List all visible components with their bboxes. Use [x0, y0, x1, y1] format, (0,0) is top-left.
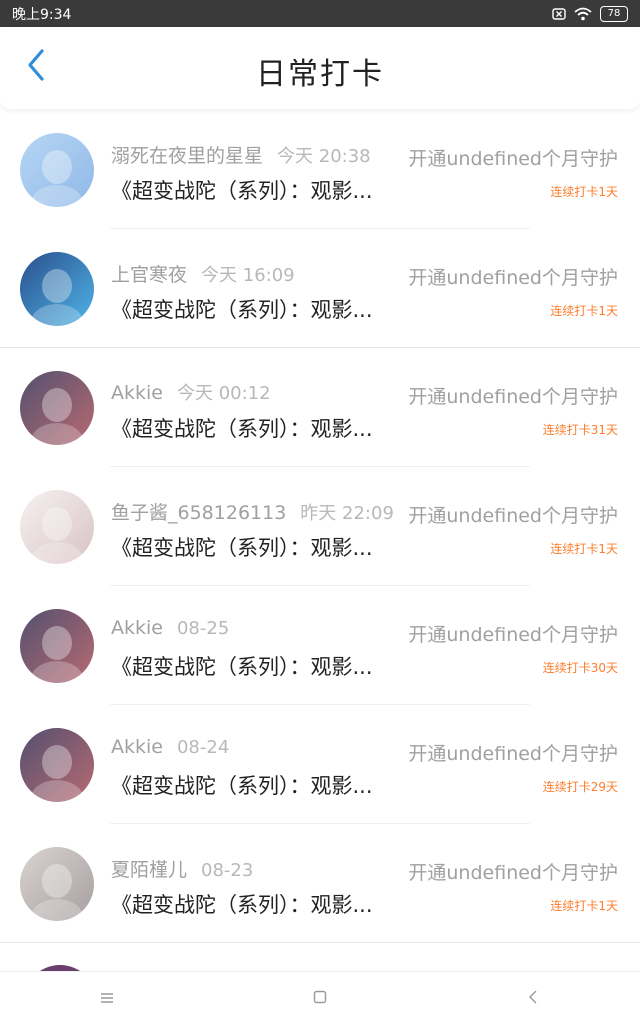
streak-badge: 连续打卡1天	[550, 185, 618, 199]
user-name[interactable]: 上官寒夜	[111, 264, 187, 286]
guard-info: 开通undefined个月守护连续打卡31天	[408, 382, 618, 438]
avatar[interactable]	[20, 847, 94, 921]
timestamp: 08-25	[176, 618, 230, 639]
avatar[interactable]	[20, 371, 94, 445]
wifi-icon	[574, 7, 592, 21]
avatar[interactable]	[20, 609, 94, 683]
name-row: 上官寒夜 今天 16:09	[111, 260, 295, 287]
list-item[interactable]: Akkie 08-24 《超变战陀（系列）：观影... 开通undefined个月守护…	[0, 705, 640, 824]
streak-badge: 连续打卡30天	[542, 661, 618, 675]
checkin-content: 《超变战陀（系列）：观影...	[111, 298, 373, 322]
checkin-content: 《超变战陀（系列）：观影...	[111, 655, 373, 679]
nav-back-button[interactable]	[513, 978, 553, 1018]
guard-info: 开通undefined个月守护连续打卡29天	[408, 739, 618, 795]
timestamp: 08-24	[176, 737, 230, 758]
name-row: 鱼子酱_658126113 昨天 22:09	[111, 498, 394, 525]
user-name[interactable]: 夏陌槿儿	[111, 859, 187, 881]
guard-text: 开通undefined个月守护	[408, 386, 618, 408]
list-item[interactable]: 上官寒夜 今天 16:09 《超变战陀（系列）：观影... 开通undefined个月…	[0, 229, 640, 348]
checkin-content: 《超变战陀（系列）：观影...	[111, 417, 373, 441]
guard-info: 开通undefined个月守护连续打卡1天	[408, 144, 618, 200]
home-square-icon	[313, 989, 327, 1008]
name-row: Akkie 08-24	[111, 736, 229, 758]
streak-badge: 连续打卡29天	[542, 780, 618, 794]
guard-text: 开通undefined个月守护	[408, 505, 618, 527]
timestamp: 今天 00:12	[176, 383, 271, 404]
name-row: Akkie 今天 00:12	[111, 379, 271, 405]
timestamp: 今天 20:38	[277, 146, 371, 167]
divider	[0, 942, 640, 943]
guard-text: 开通undefined个月守护	[408, 624, 618, 646]
streak-badge: 连续打卡1天	[550, 899, 618, 913]
sim-x-icon	[552, 7, 566, 20]
page-title: 日常打卡	[256, 57, 384, 92]
user-name[interactable]: 鱼子酱_658126113	[111, 502, 286, 524]
user-name[interactable]: Akkie	[111, 617, 163, 639]
guard-text: 开通undefined个月守护	[408, 267, 618, 289]
status-bar: 晚上9:34 78	[0, 0, 640, 27]
name-row: Akkie 08-25	[111, 617, 229, 639]
checkin-content: 《超变战陀（系列）：观影...	[111, 536, 373, 560]
avatar[interactable]	[20, 490, 94, 564]
user-name[interactable]: Akkie	[111, 382, 163, 404]
streak-badge: 连续打卡1天	[550, 304, 618, 318]
name-row: 夏陌槿儿 08-23	[111, 855, 253, 882]
checkin-content: 《超变战陀（系列）：观影...	[111, 774, 373, 798]
header-bar: 日常打卡	[0, 27, 640, 109]
guard-text: 开通undefined个月守护	[408, 148, 618, 170]
avatar[interactable]	[20, 133, 94, 207]
streak-badge: 连续打卡1天	[550, 542, 618, 556]
guard-info: 开通undefined个月守护连续打卡1天	[408, 263, 618, 319]
menu-icon	[100, 989, 114, 1008]
timestamp: 08-23	[201, 860, 254, 881]
guard-info: 开通undefined个月守护连续打卡1天	[408, 858, 618, 914]
list-item[interactable]: 夏陌槿儿 08-23 《超变战陀（系列）：观影... 开通undefined个月守护连…	[0, 824, 640, 943]
nav-home-button[interactable]	[300, 978, 340, 1018]
guard-info: 开通undefined个月守护连续打卡1天	[408, 501, 618, 557]
status-time: 晚上9:34	[12, 6, 72, 23]
guard-text: 开通undefined个月守护	[408, 862, 618, 884]
guard-info: 开通undefined个月守护连续打卡30天	[408, 620, 618, 676]
checkin-content: 《超变战陀（系列）：观影...	[111, 893, 373, 917]
list-item[interactable]: Akkie 今天 00:12 《超变战陀（系列）：观影... 开通undefined个…	[0, 348, 640, 467]
timestamp: 今天 16:09	[201, 265, 295, 286]
guard-text: 开通undefined个月守护	[408, 743, 618, 765]
list-item[interactable]: Akkie 08-25 《超变战陀（系列）：观影... 开通undefined个月守护…	[0, 586, 640, 705]
checkin-list: 溺死在夜里的星星 今天 20:38 《超变战陀（系列）：观影... 开通undefin…	[0, 110, 640, 943]
list-item[interactable]: 溺死在夜里的星星 今天 20:38 《超变战陀（系列）：观影... 开通undefin…	[0, 110, 640, 229]
checkin-content: 《超变战陀（系列）：观影...	[111, 179, 373, 203]
system-nav-bar	[0, 971, 640, 1024]
user-name[interactable]: Akkie	[111, 736, 163, 758]
battery-icon: 78	[600, 5, 628, 22]
name-row: 溺死在夜里的星星 今天 20:38	[111, 141, 371, 168]
list-item[interactable]: 鱼子酱_658126113 昨天 22:09 《超变战陀（系列）：观影... 开通un…	[0, 467, 640, 586]
timestamp: 昨天 22:09	[300, 503, 394, 524]
nav-menu-button[interactable]	[87, 978, 127, 1018]
user-name[interactable]: 溺死在夜里的星星	[111, 145, 263, 167]
streak-badge: 连续打卡31天	[542, 423, 618, 437]
avatar[interactable]	[20, 252, 94, 326]
back-arrow-icon	[528, 989, 538, 1008]
avatar[interactable]	[20, 728, 94, 802]
status-icons: 78	[552, 5, 628, 22]
